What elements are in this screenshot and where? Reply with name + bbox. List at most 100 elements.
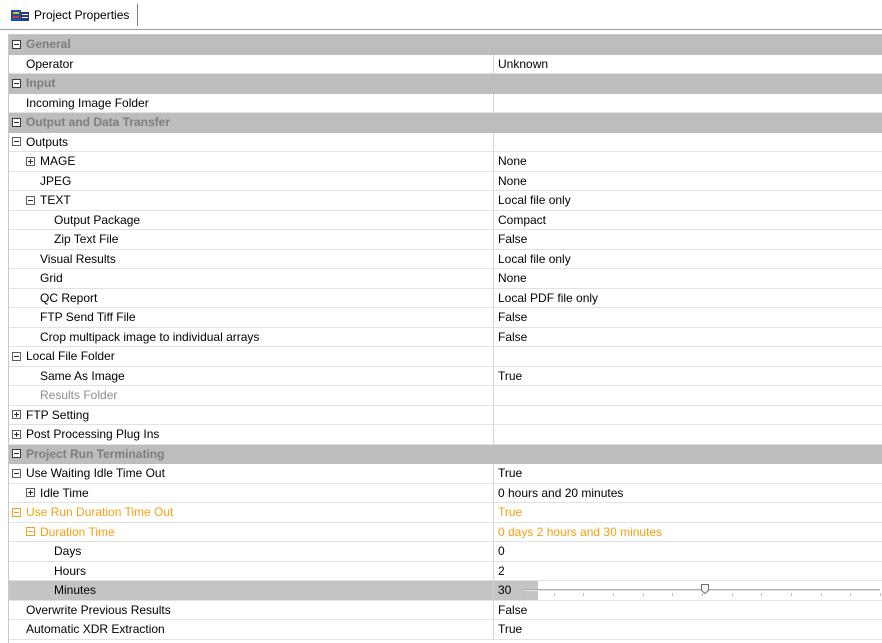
tab-project-properties[interactable]: Project Properties (10, 4, 139, 26)
property-row-post-processing-plug-ins[interactable]: Post Processing Plug Ins (9, 425, 882, 445)
collapse-icon[interactable] (12, 468, 21, 478)
property-row-same-as-image[interactable]: Same As Image True (9, 366, 882, 386)
property-value-cell[interactable]: Local file only (493, 191, 882, 210)
property-value: False (498, 329, 528, 344)
property-value-cell[interactable] (493, 405, 882, 424)
property-row-duration-time[interactable]: Duration Time 0 days 2 hours and 30 minut… (9, 522, 882, 542)
property-name: Duration Time (40, 524, 115, 539)
property-value: Local file only (498, 193, 571, 208)
collapse-icon[interactable] (26, 195, 35, 205)
collapse-icon[interactable] (12, 78, 21, 88)
property-value-cell[interactable] (493, 347, 882, 366)
property-value-cell[interactable]: Compact (493, 210, 882, 229)
property-name: Days (54, 544, 82, 559)
collapse-icon[interactable] (12, 351, 21, 361)
collapse-icon[interactable] (12, 39, 21, 49)
property-value-cell[interactable]: False (493, 600, 882, 619)
property-value-cell[interactable] (493, 386, 882, 405)
property-row-operator[interactable]: Operator Unknown (9, 54, 882, 74)
collapse-icon[interactable] (12, 449, 21, 459)
property-value-cell[interactable]: Local PDF file only (493, 288, 882, 307)
expand-icon[interactable] (12, 410, 21, 420)
property-value-cell[interactable]: 2 (493, 561, 882, 580)
property-value-cell (493, 74, 882, 93)
minutes-slider[interactable] (524, 584, 881, 596)
property-name-cell: Crop multipack image to individual array… (9, 328, 524, 347)
property-value-cell[interactable]: True (493, 464, 882, 483)
slider-tick (850, 593, 852, 596)
property-value-cell[interactable]: None (493, 152, 882, 171)
category-row-project-run-terminating[interactable]: Project Run Terminating (9, 444, 882, 464)
property-value-cell[interactable] (493, 132, 882, 151)
property-name: Operator (26, 56, 74, 71)
property-row-idle-time[interactable]: Idle Time 0 hours and 20 minutes (9, 483, 882, 503)
property-row-hours[interactable]: Hours 2 (9, 561, 882, 581)
property-value-cell[interactable]: Unknown (493, 54, 882, 73)
property-row-use-waiting-idle-time-out[interactable]: Use Waiting Idle Time Out True (9, 464, 882, 484)
property-value-cell[interactable]: Local file only (493, 249, 882, 268)
property-value-cell[interactable]: 30 (493, 581, 882, 600)
slider-tick (583, 593, 585, 596)
collapse-icon[interactable] (26, 527, 35, 537)
property-row-ftp-send-tiff-file[interactable]: FTP Send Tiff File False (9, 308, 882, 328)
expand-icon[interactable] (26, 156, 35, 166)
property-value-cell[interactable]: 0 days 2 hours and 30 minutes (493, 522, 882, 541)
property-row-use-run-duration-time-out[interactable]: Use Run Duration Time Out True (9, 503, 882, 523)
category-row-input[interactable]: Input (9, 74, 882, 94)
property-row-incoming-image-folder[interactable]: Incoming Image Folder (9, 93, 882, 113)
property-value-cell[interactable]: 0 (493, 542, 882, 561)
property-name-cell: Same As Image (9, 367, 524, 386)
property-value-cell[interactable]: None (493, 269, 882, 288)
property-row-jpeg[interactable]: JPEG None (9, 171, 882, 191)
property-value-cell[interactable]: True (493, 620, 882, 639)
property-value-cell[interactable]: True (493, 366, 882, 385)
property-row-local-file-folder[interactable]: Local File Folder (9, 347, 882, 367)
property-value-cell[interactable]: None (493, 171, 882, 190)
property-value-cell[interactable] (493, 425, 882, 444)
property-value-cell[interactable]: False (493, 327, 882, 346)
property-name-cell: Overwrite Previous Results (9, 601, 510, 620)
property-name-cell: Use Run Duration Time Out (9, 503, 496, 522)
property-value-cell[interactable]: False (493, 230, 882, 249)
property-name-cell: Output and Data Transfer (9, 113, 496, 132)
property-row-results-folder[interactable]: Results Folder (9, 386, 882, 406)
collapse-icon[interactable] (12, 507, 21, 517)
property-row-crop-multipack-image-to-individual-arrays[interactable]: Crop multipack image to individual array… (9, 327, 882, 347)
slider-thumb[interactable] (701, 584, 710, 594)
property-value: None (498, 271, 527, 286)
property-value: False (498, 602, 528, 617)
property-row-text[interactable]: TEXT Local file only (9, 191, 882, 211)
property-row-qc-report[interactable]: QC Report Local PDF file only (9, 288, 882, 308)
property-value-cell (493, 35, 882, 54)
property-row-output-package[interactable]: Output Package Compact (9, 210, 882, 230)
property-name: FTP Send Tiff File (40, 310, 136, 325)
property-value: False (498, 232, 528, 247)
property-value-cell[interactable]: 0 hours and 20 minutes (493, 483, 882, 502)
property-name: Crop multipack image to individual array… (40, 329, 260, 344)
expand-icon[interactable] (12, 429, 21, 439)
property-value-cell[interactable]: True (493, 503, 882, 522)
property-row-days[interactable]: Days 0 (9, 542, 882, 562)
property-row-zip-text-file[interactable]: Zip Text File False (9, 230, 882, 250)
property-row-outputs[interactable]: Outputs (9, 132, 882, 152)
property-row-mage[interactable]: MAGE None (9, 152, 882, 172)
property-value: 0 (498, 544, 505, 559)
property-row-grid[interactable]: Grid None (9, 269, 882, 289)
property-name-cell: Days (9, 542, 538, 561)
property-value-cell[interactable] (493, 93, 882, 112)
collapse-icon[interactable] (12, 137, 21, 147)
property-value: Unknown (498, 56, 549, 71)
property-row-minutes[interactable]: Minutes 30 (9, 581, 882, 601)
property-row-ftp-setting[interactable]: FTP Setting (9, 405, 882, 425)
property-value: 30 (498, 583, 512, 598)
property-row-overwrite-previous-results[interactable]: Overwrite Previous Results False (9, 600, 882, 620)
tab-bar: Project Properties (0, 0, 882, 30)
collapse-icon[interactable] (12, 117, 21, 127)
expand-icon[interactable] (26, 488, 35, 498)
property-row-automatic-xdr-extraction[interactable]: Automatic XDR Extraction True (9, 620, 882, 640)
category-row-general[interactable]: General (9, 35, 882, 55)
property-value-cell[interactable]: False (493, 308, 882, 327)
property-row-visual-results[interactable]: Visual Results Local file only (9, 249, 882, 269)
slider-tick (553, 593, 555, 596)
category-row-output-and-data-transfer[interactable]: Output and Data Transfer (9, 113, 882, 133)
